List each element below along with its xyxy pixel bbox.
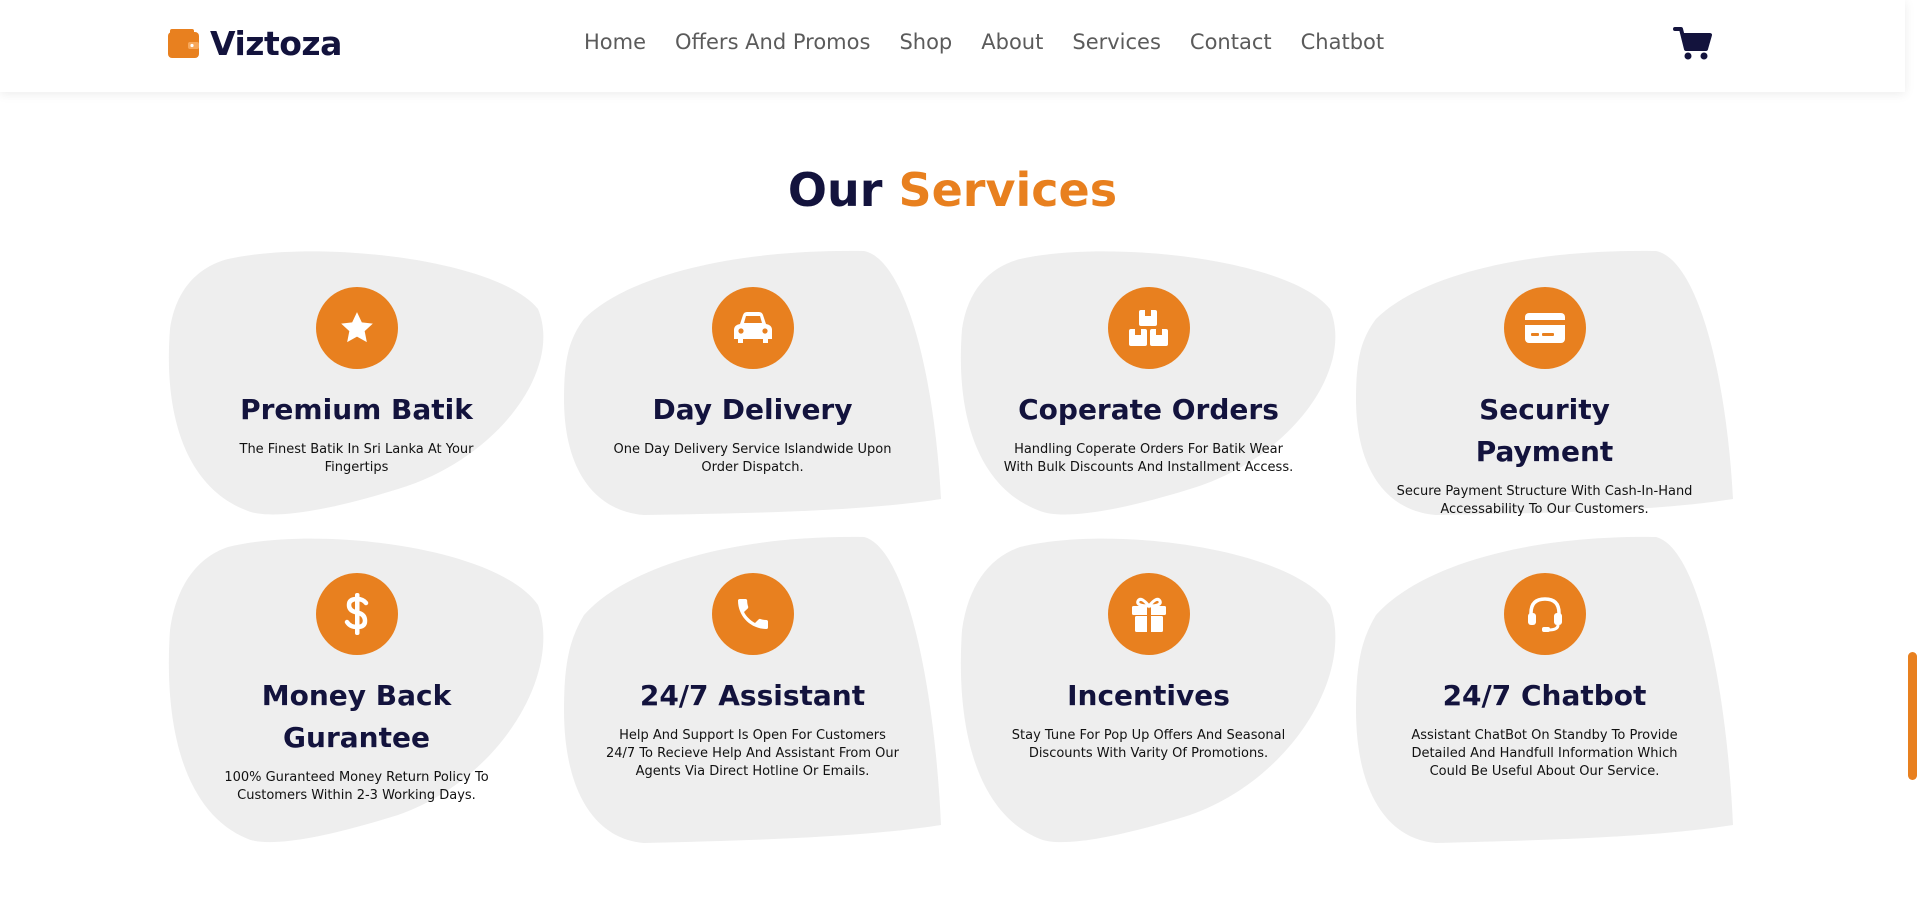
service-title: Security Payment xyxy=(1475,393,1614,468)
site-header: Viztoza Home Offers And Promos Shop Abou… xyxy=(0,0,1905,92)
section-title-part1: Our xyxy=(787,163,883,217)
service-title: 24/7 Chatbot xyxy=(1442,679,1647,712)
service-card: Incentives Stay Tune For Pop Up Offers A… xyxy=(960,535,1337,843)
service-title: Coperate Orders xyxy=(1018,393,1279,426)
gift-icon xyxy=(1107,573,1190,655)
nav-chatbot[interactable]: Chatbot xyxy=(1301,30,1385,54)
service-description: Assistant ChatBot On Standby To Provide … xyxy=(1411,728,1678,779)
wallet-icon xyxy=(168,28,200,59)
boxes-icon xyxy=(1107,287,1190,369)
nav-offers-and-promos[interactable]: Offers And Promos xyxy=(675,30,870,54)
star-icon xyxy=(315,287,398,369)
service-description: Stay Tune For Pop Up Offers And Seasonal… xyxy=(1011,728,1286,761)
service-description: 100% Guranteed Money Return Policy To Cu… xyxy=(224,770,489,803)
nav-shop[interactable]: Shop xyxy=(899,30,952,54)
service-description: Secure Payment Structure With Cash-In-Ha… xyxy=(1396,484,1693,517)
cart-icon[interactable] xyxy=(1673,26,1713,62)
service-card: Money Back Gurantee 100% Guranteed Money… xyxy=(168,535,545,843)
main-nav: Home Offers And Promos Shop About Servic… xyxy=(584,30,1384,54)
section-title: Our Services xyxy=(0,163,1905,217)
service-card: Coperate Orders Handling Coperate Orders… xyxy=(960,249,1337,515)
service-card: Premium Batik The Finest Batik In Sri La… xyxy=(168,249,545,515)
dollar-icon xyxy=(315,573,398,655)
service-title: Money Back Gurantee xyxy=(261,679,452,754)
nav-about[interactable]: About xyxy=(981,30,1043,54)
service-card: 24/7 Chatbot Assistant ChatBot On Standb… xyxy=(1356,535,1733,843)
service-description: Handling Coperate Orders For Batik Wear … xyxy=(1003,442,1294,475)
nav-contact[interactable]: Contact xyxy=(1190,30,1272,54)
service-title: Incentives xyxy=(1067,679,1230,712)
section-title-part2: Services xyxy=(898,163,1118,217)
service-card: Day Delivery One Day Delivery Service Is… xyxy=(564,249,941,515)
services-grid: Premium Batik The Finest Batik In Sri La… xyxy=(168,249,1734,843)
scrollbar-thumb[interactable] xyxy=(1908,652,1917,780)
service-card: Security Payment Secure Payment Structur… xyxy=(1356,249,1733,517)
nav-services[interactable]: Services xyxy=(1072,30,1161,54)
brand-logo[interactable]: Viztoza xyxy=(168,24,342,63)
service-title: Premium Batik xyxy=(240,393,473,426)
headset-icon xyxy=(1503,573,1586,655)
nav-home[interactable]: Home xyxy=(584,30,646,54)
credit-card-icon xyxy=(1503,287,1586,369)
service-title: 24/7 Assistant xyxy=(639,679,866,712)
phone-icon xyxy=(711,573,794,655)
service-description: One Day Delivery Service Islandwide Upon… xyxy=(613,442,892,475)
car-icon xyxy=(711,287,794,369)
service-description: Help And Support Is Open For Customers 2… xyxy=(606,728,899,779)
service-card: 24/7 Assistant Help And Support Is Open … xyxy=(564,535,941,843)
service-description: The Finest Batik In Sri Lanka At Your Fi… xyxy=(239,442,474,475)
service-title: Day Delivery xyxy=(652,393,853,426)
brand-name: Viztoza xyxy=(210,24,342,63)
